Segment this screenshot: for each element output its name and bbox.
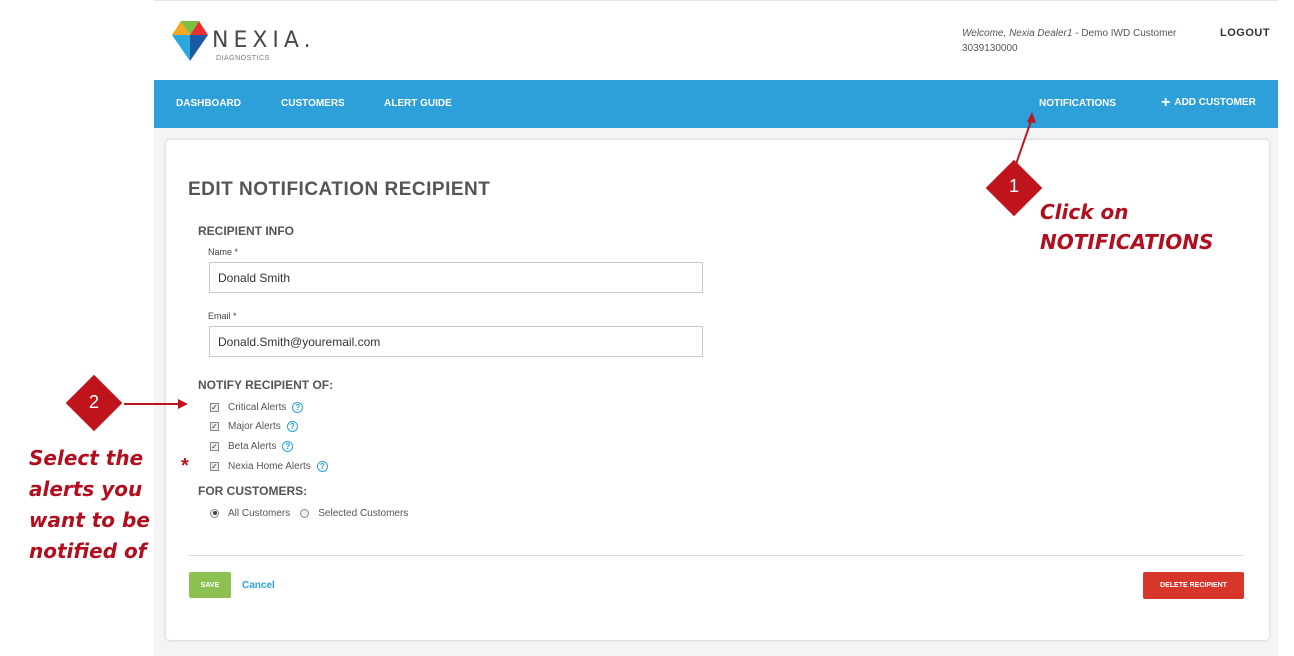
step2-line1: Select the bbox=[29, 446, 144, 470]
step2-number: 2 bbox=[88, 392, 99, 412]
step1-line2: NOTIFICATIONS bbox=[1040, 230, 1214, 254]
step1-number: 1 bbox=[1008, 176, 1019, 196]
step2-line2: alerts you bbox=[29, 477, 143, 501]
step1-instruction: Click on NOTIFICATIONS bbox=[1040, 197, 1213, 257]
step2-instruction: Select the alerts you want to be notifie… bbox=[29, 443, 150, 567]
required-asterisk: * bbox=[181, 455, 189, 477]
step2-line4: notified of bbox=[29, 539, 147, 563]
arrow-icon bbox=[124, 112, 1036, 409]
page: NEXIA. DIAGNOSTICS Welcome, Nexia Dealer… bbox=[0, 0, 1294, 656]
step1-line1: Click on bbox=[1040, 200, 1129, 224]
step2-line3: want to be bbox=[29, 508, 150, 532]
